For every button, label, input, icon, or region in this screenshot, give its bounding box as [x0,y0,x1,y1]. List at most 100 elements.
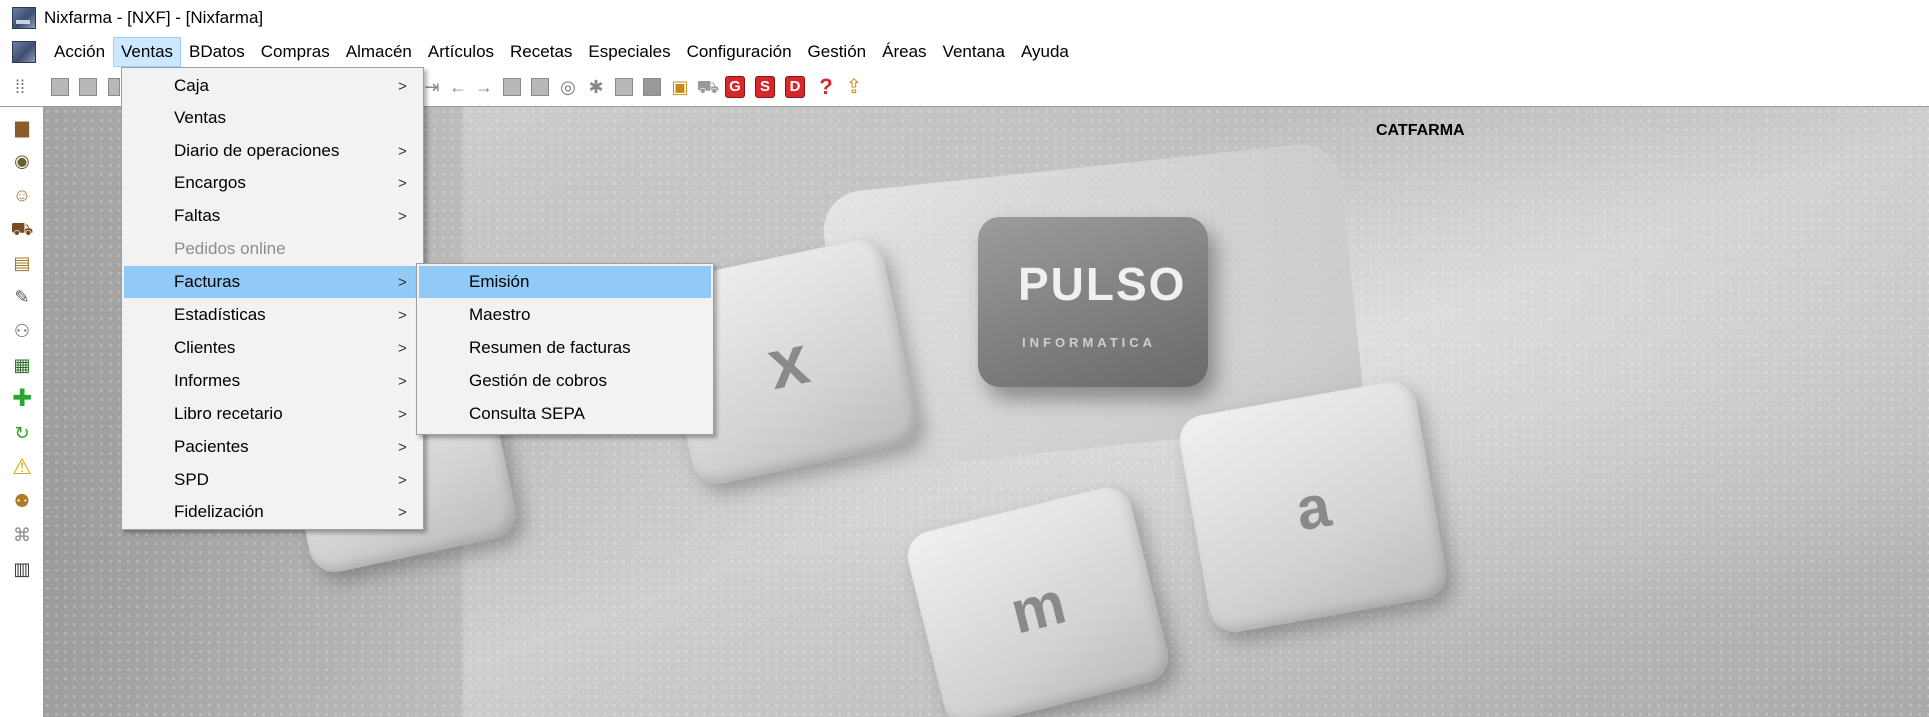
menu-item-encargos[interactable]: Encargos > [124,167,421,199]
submenu-arrow-icon: > [398,142,407,160]
menu-item-spd[interactable]: SPD > [124,464,421,496]
submenu-item-resumen-facturas[interactable]: Resumen de facturas [419,332,711,364]
menu-item-estadisticas[interactable]: Estadísticas > [124,299,421,331]
menu-item-clientes[interactable]: Clientes > [124,332,421,364]
shopping-cart-icon[interactable]: ⛟ [10,217,34,241]
home-icon[interactable] [614,78,634,96]
menu-configuracion[interactable]: Configuración [679,37,800,67]
submenu-item-label: Gestión de cobros [469,371,607,390]
menu-bdatos[interactable]: BDatos [181,37,253,67]
menu-item-label: Fidelización [174,502,264,521]
search-icon[interactable]: ◎ [558,78,578,96]
key-m-letter: m [1004,568,1072,646]
submenu-arrow-icon: > [398,438,407,456]
menu-item-fidelizacion[interactable]: Fidelización > [124,496,421,528]
menu-item-label: Ventas [174,108,226,127]
barcode-icon[interactable]: ▥ [10,557,34,581]
submenu-arrow-icon: > [398,273,407,291]
network-icon[interactable]: ⌘ [10,523,34,547]
menu-compras[interactable]: Compras [253,37,338,67]
menu-areas[interactable]: Áreas [874,37,934,67]
d-button[interactable]: D [785,76,805,98]
menu-item-label: Encargos [174,173,246,192]
mdi-system-menu-icon[interactable] [12,40,36,63]
submenu-item-gestion-cobros[interactable]: Gestión de cobros [419,365,711,397]
menu-ventana[interactable]: Ventana [935,37,1013,67]
submenu-arrow-icon: > [398,207,407,225]
s-label: S [755,76,775,98]
printer-icon[interactable]: ▦ [10,353,34,377]
menu-especiales[interactable]: Especiales [580,37,678,67]
pulso-logo-text: PULSO [1018,258,1187,310]
submenu-item-label: Consulta SEPA [469,404,585,423]
menu-item-label: Pacientes [174,437,249,456]
menu-item-label: Estadísticas [174,305,266,324]
eye-card-icon[interactable]: ◉ [10,149,34,173]
submenu-arrow-icon: > [398,372,407,390]
menu-item-facturas[interactable]: Facturas > [124,266,421,298]
menu-item-faltas[interactable]: Faltas > [124,200,421,232]
menu-item-libro-recetario[interactable]: Libro recetario > [124,398,421,430]
menu-item-label: Facturas [174,272,241,291]
help-icon[interactable]: ? [816,76,836,98]
menu-item-label: Faltas [174,206,221,225]
menu-item-label: Clientes [174,338,236,357]
menu-item-label: SPD [174,470,209,489]
menu-item-informes[interactable]: Informes > [124,365,421,397]
menu-item-label: Informes [174,371,241,390]
menu-accion[interactable]: Acción [46,37,113,67]
edit-document-icon[interactable] [78,78,98,96]
d-label: D [785,76,805,98]
upload-icon[interactable]: ⇪ [844,77,864,97]
submenu-arrow-icon: > [398,471,407,489]
cash-register-icon[interactable]: ▆ [10,115,34,139]
insert-record-icon[interactable] [502,78,522,96]
submenu-arrow-icon: > [398,306,407,324]
menu-item-pacientes[interactable]: Pacientes > [124,431,421,463]
s-button[interactable]: S [755,76,775,98]
first-record-icon[interactable]: ⇥ [422,78,442,96]
report-icon[interactable]: ▣ [670,78,690,96]
menu-ayuda[interactable]: Ayuda [1013,37,1077,67]
print-icon[interactable] [530,78,550,96]
boxes-icon[interactable]: ▤ [10,251,34,275]
menu-gestion[interactable]: Gestión [800,37,875,67]
cart-icon[interactable]: ⛟ [697,78,720,96]
submenu-item-emision[interactable]: Emisión [419,266,711,298]
window-title: Nixfarma - [NXF] - [Nixfarma] [44,8,264,27]
key-a-letter: a [1290,471,1336,543]
facturas-submenu: Emisión Maestro Resumen de facturas Gest… [416,263,714,435]
submenu-item-consulta-sepa[interactable]: Consulta SEPA [419,398,711,430]
menu-ventas[interactable]: Ventas [113,36,182,67]
grid-icon[interactable]: ⁞⁞ [10,78,30,96]
submenu-item-label: Resumen de facturas [469,338,631,357]
menu-item-diario-operaciones[interactable]: Diario de operaciones > [124,135,421,167]
menu-almacen[interactable]: Almacén [338,37,420,67]
stop-icon[interactable] [642,78,662,96]
g-label: G [725,76,745,98]
pulso-logo-subtext: INFORMATICA [1022,335,1157,350]
warning-icon[interactable]: ⚠ [10,455,34,479]
submenu-arrow-icon: > [398,405,407,423]
menu-articulos[interactable]: Artículos [420,37,502,67]
document-icon[interactable] [50,78,70,96]
menu-item-ventas[interactable]: Ventas [124,102,421,134]
people-icon[interactable]: ⚉ [10,489,34,513]
g-button[interactable]: G [725,76,745,98]
key-x-letter: x [760,319,816,405]
users-icon[interactable]: ⚇ [10,319,34,343]
refresh-icon[interactable]: ↻ [10,421,34,445]
menu-item-caja[interactable]: Caja > [124,70,421,102]
menu-item-label: Pedidos online [174,239,286,258]
next-arrow-icon[interactable]: → [474,78,494,96]
menu-recetas[interactable]: Recetas [502,37,580,67]
pharmacy-cross-icon[interactable]: ✚ [10,387,34,411]
pen-icon[interactable]: ✎ [10,285,34,309]
add-star-icon[interactable]: ✱ [586,78,606,96]
submenu-item-maestro[interactable]: Maestro [419,299,711,331]
previous-arrow-icon[interactable]: ← [448,78,468,96]
menu-item-label: Libro recetario [174,404,283,423]
left-shortcut-bar: ▆ ◉ ☺ ⛟ ▤ ✎ ⚇ ▦ ✚ ↻ ⚠ ⚉ ⌘ ▥ [0,107,43,717]
app-logo-icon [12,7,36,29]
person-icon[interactable]: ☺ [10,183,34,207]
